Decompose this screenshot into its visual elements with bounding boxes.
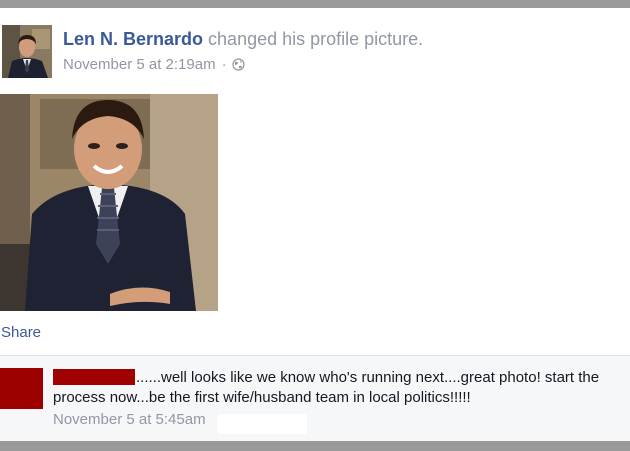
post-timestamp[interactable]: November 5 at 2:19am: [63, 56, 216, 73]
commenter-avatar[interactable]: [0, 368, 43, 409]
profile-picture-photo[interactable]: [0, 94, 218, 311]
comment-timestamp[interactable]: November 5 at 5:45am: [53, 411, 206, 428]
share-link[interactable]: Share: [1, 324, 41, 341]
photo-image: [0, 94, 218, 311]
post-action-text: changed his profile picture.: [208, 29, 424, 49]
post-meta: November 5 at 2:19am ·: [63, 56, 245, 73]
author-name-link[interactable]: Len N. Bernardo: [63, 29, 203, 49]
globe-icon[interactable]: [231, 58, 245, 71]
post-header: Len N. Bernardo changed his profile pict…: [63, 29, 423, 50]
bottom-frame-bar: [0, 441, 630, 451]
top-frame-bar: [0, 0, 630, 8]
redacted-comment-actions: [217, 414, 307, 434]
author-avatar[interactable]: [2, 25, 52, 78]
meta-separator: ·: [221, 56, 227, 73]
comment-text: ......well looks like we know who's runn…: [53, 369, 600, 406]
avatar-image: [2, 25, 52, 78]
